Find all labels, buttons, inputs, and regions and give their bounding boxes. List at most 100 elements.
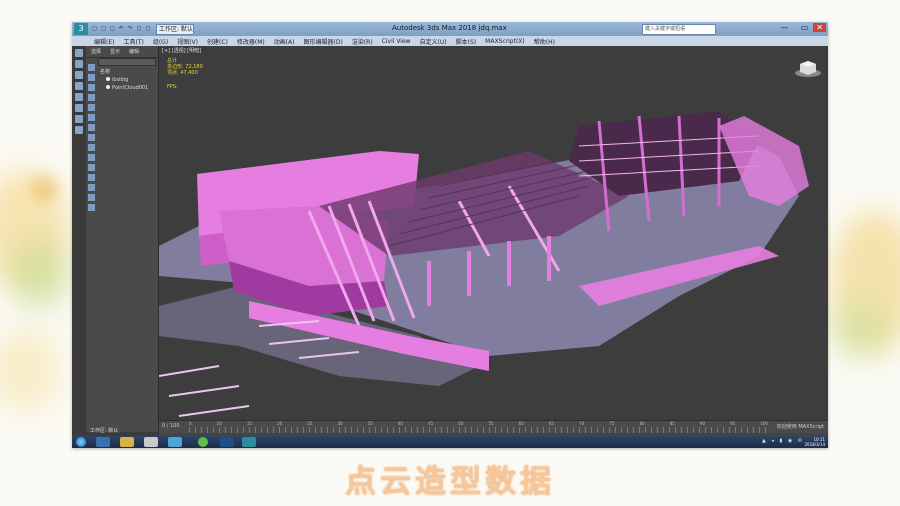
tick-label: 80 [639, 421, 645, 426]
filter-icon[interactable] [88, 74, 95, 81]
filter-icon[interactable] [88, 124, 95, 131]
filter-icon[interactable] [88, 94, 95, 101]
menu-item[interactable]: 工具(T) [123, 37, 143, 46]
folder-icon[interactable] [120, 437, 134, 447]
windows-taskbar: ▲ ◂ ▮ ◉ ✉ 10:11 2018/3/14 [72, 436, 828, 448]
tree-item-label: PointCloud001 [112, 85, 149, 91]
tick-label: 85 [669, 421, 675, 426]
menu-item[interactable]: 动画(A) [274, 37, 295, 46]
object-icon [106, 77, 110, 81]
filter-icon[interactable] [88, 64, 95, 71]
start-button-icon[interactable] [76, 437, 86, 447]
bird-app-icon[interactable] [168, 437, 182, 447]
filter-icon[interactable] [88, 144, 95, 151]
menu-item[interactable]: 视图(V) [177, 37, 198, 46]
filter-icon[interactable] [88, 164, 95, 171]
filter-icon[interactable] [88, 154, 95, 161]
tool-button[interactable] [75, 49, 83, 57]
tick-label: 65 [548, 421, 554, 426]
minimize-maximize-buttons[interactable]: — ▭ [780, 23, 813, 32]
vert-count: 47,400 [180, 70, 198, 76]
window-title: Autodesk 3ds Max 2018 jdq.max [392, 24, 507, 32]
tool-button[interactable] [75, 71, 83, 79]
menu-item[interactable]: 组(G) [153, 37, 168, 46]
tick-label: 25 [307, 421, 313, 426]
window-controls[interactable]: — ▭ ✕ [780, 23, 826, 32]
tool-button[interactable] [75, 60, 83, 68]
frame-counter: 0 / 100 [162, 423, 180, 429]
tree-item[interactable]: ibslbig [100, 76, 156, 84]
taskbar-clock[interactable]: 10:11 2018/3/14 [804, 437, 825, 447]
tick-label: 10 [216, 421, 222, 426]
tool-button[interactable] [75, 93, 83, 101]
close-button[interactable]: ✕ [813, 23, 826, 32]
title-bar: 3 ◻ ◻ ◻ ↶ ↷ ◻ ◻ 工作区: 默认 Autodesk 3ds Max… [72, 22, 828, 36]
app-logo-icon[interactable]: 3 [74, 23, 88, 35]
clock-date: 2018/3/14 [804, 442, 825, 447]
perspective-viewport[interactable]: [+] [透视] [明暗] 总计 多边形: 72,180 顶点: 47,400 … [159, 46, 828, 420]
menu-item[interactable]: MAXScript(X) [485, 38, 525, 45]
filter-icon[interactable] [88, 184, 95, 191]
menu-item[interactable]: 修改器(M) [237, 37, 265, 46]
tool-button[interactable] [75, 104, 83, 112]
menu-item[interactable]: 创建(C) [207, 37, 228, 46]
filter-icon[interactable] [88, 194, 95, 201]
filter-icon[interactable] [88, 114, 95, 121]
menu-item[interactable]: 编辑(E) [94, 37, 114, 46]
timeline-ticks[interactable] [189, 427, 768, 433]
explorer-tab-display[interactable]: 显示 [110, 48, 120, 55]
tick-label: 40 [397, 421, 403, 426]
system-tray[interactable]: ▲ ◂ ▮ ◉ ✉ [762, 438, 804, 444]
tool-button[interactable] [75, 82, 83, 90]
viewport-statistics: 总计 多边形: 72,180 顶点: 47,400 [167, 58, 203, 76]
explorer-search-input[interactable] [98, 58, 156, 66]
viewcube-icon[interactable] [794, 58, 822, 78]
quick-access-toolbar[interactable]: ◻ ◻ ◻ ↶ ↷ ◻ ◻ [92, 25, 151, 32]
menu-item[interactable]: 自定义(U) [420, 37, 447, 46]
media-icon[interactable] [144, 437, 158, 447]
tick-label: 15 [246, 421, 252, 426]
workspace-dropdown[interactable]: 工作区: 默认 [156, 24, 194, 35]
filter-icon[interactable] [88, 104, 95, 111]
tick-label: 100 [760, 421, 768, 426]
scene-tree: 名称 ibslbig PointCloud001 [100, 68, 156, 92]
tick-label: 90 [699, 421, 705, 426]
menu-item[interactable]: Civil View [382, 38, 411, 45]
watercolor-decoration [10, 240, 70, 310]
tool-button[interactable] [75, 126, 83, 134]
ie-icon[interactable] [96, 437, 110, 447]
tick-label: 35 [367, 421, 373, 426]
viewport-label[interactable]: [+] [透视] [明暗] [162, 47, 201, 54]
menu-item[interactable]: 图形编辑器(D) [304, 37, 343, 46]
status-prompt: 欢迎使用 MAXScript [776, 424, 824, 430]
object-icon [106, 85, 110, 89]
app-window: 3 ◻ ◻ ◻ ↶ ↷ ◻ ◻ 工作区: 默认 Autodesk 3ds Max… [72, 22, 828, 448]
scene-explorer: 选择 显示 编辑 名称 ibslbig PointCloud001 [86, 46, 159, 432]
explorer-tab-select[interactable]: 选择 [91, 48, 101, 55]
menu-item[interactable]: 帮助(H) [534, 37, 555, 46]
search-input[interactable]: 键入关键字或短语 [642, 24, 716, 35]
filter-icon[interactable] [88, 134, 95, 141]
filter-icon[interactable] [88, 84, 95, 91]
watercolor-decoration [30, 175, 58, 203]
tree-item-label: ibslbig [112, 77, 129, 83]
slide-caption: 点云造型数据 [345, 464, 555, 500]
filter-icon[interactable] [88, 174, 95, 181]
watercolor-decoration [830, 300, 890, 360]
time-slider[interactable]: 0 / 100 0 10 15 20 25 30 35 40 45 50 55 60 65 70 75 80 8… [159, 420, 828, 433]
app-icon[interactable] [198, 437, 208, 447]
point-cloud-model [159, 111, 809, 417]
tree-item[interactable]: PointCloud001 [100, 84, 156, 92]
tree-root-label: 名称 [100, 69, 111, 75]
menu-item[interactable]: 渲染(R) [352, 37, 373, 46]
filter-icon[interactable] [88, 204, 95, 211]
explorer-tab-edit[interactable]: 编辑 [129, 48, 139, 55]
tick-label: 50 [458, 421, 464, 426]
fps-counter: FPS: [167, 84, 178, 90]
3dsmax-taskbar-icon[interactable] [242, 437, 256, 447]
tick-label: 95 [730, 421, 736, 426]
tool-button[interactable] [75, 115, 83, 123]
app-icon[interactable] [220, 437, 234, 447]
workspace-status: 工作区: 默认 [90, 428, 119, 434]
menu-item[interactable]: 脚本(S) [456, 37, 477, 46]
